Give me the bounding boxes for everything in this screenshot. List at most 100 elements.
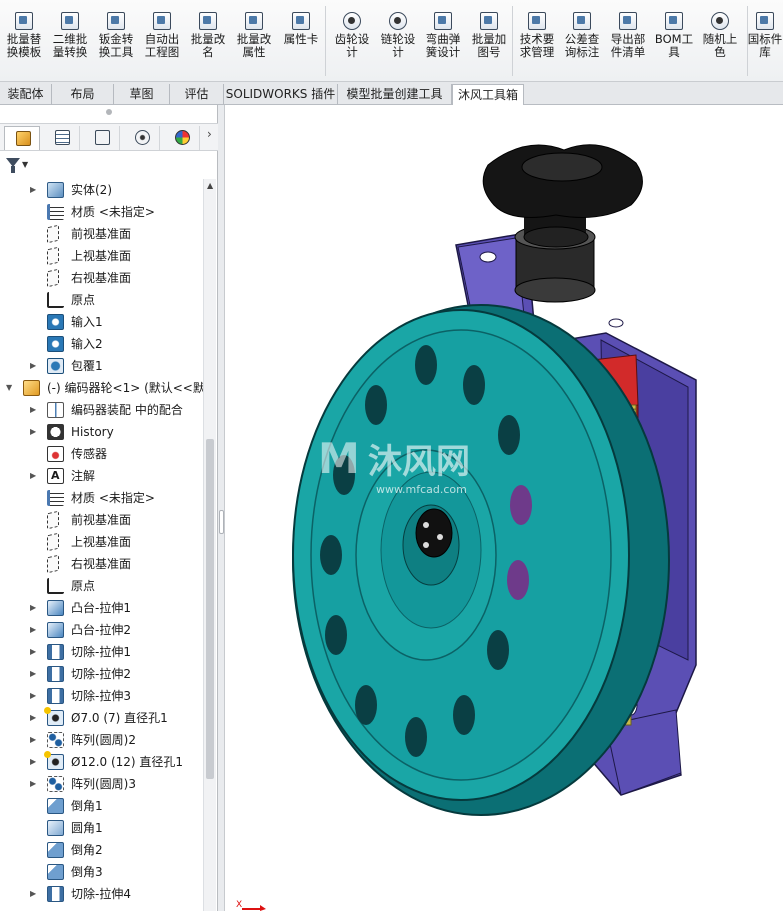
filter-button[interactable]: ▼ (4, 156, 34, 176)
expand-right-icon[interactable]: ▶ (30, 399, 40, 421)
circular-pattern-icon (47, 732, 64, 748)
tree-item[interactable]: ▶ 实体(2) (0, 179, 203, 201)
tab-4[interactable]: SOLIDWORKS 插件 (224, 84, 338, 105)
tree-item[interactable]: 倒角3 (0, 861, 203, 883)
display-manager-tab[interactable] (164, 126, 200, 150)
tolerance-button[interactable]: 公差查 询标注 (560, 10, 604, 76)
export-parts-list-button[interactable]: 导出部 件清单 (606, 10, 650, 76)
random-color-button[interactable]: 随机上 色 (698, 10, 742, 76)
tree-item[interactable]: 原点 (0, 575, 203, 597)
dimxpert-manager-tab[interactable] (124, 126, 160, 150)
expand-right-icon[interactable]: ▶ (30, 729, 40, 751)
property-card-button[interactable]: 属性卡 (279, 10, 323, 76)
tree-item-label: 切除-拉伸4 (71, 887, 131, 901)
scrollbar-thumb[interactable] (206, 439, 214, 779)
tech-requirements-button[interactable]: 技术要 求管理 (515, 10, 559, 76)
tree-item[interactable]: ▶ 切除-拉伸3 (0, 685, 203, 707)
tree-item[interactable]: 右视基准面 (0, 553, 203, 575)
view-triad[interactable]: X (236, 897, 266, 911)
tree-item-label: 倒角2 (71, 843, 103, 857)
tree-item[interactable]: 传感器 (0, 443, 203, 465)
tree-item[interactable]: 右视基准面 (0, 267, 203, 289)
batch-replace-template-button[interactable]: 批量替 换模板 (2, 10, 46, 76)
spring-design-button[interactable]: 弯曲弹 簧设计 (421, 10, 465, 76)
tree-item[interactable]: ▶ 阵列(圆周)3 (0, 773, 203, 795)
tree-item[interactable]: ▶ 切除-拉伸4 (0, 883, 203, 905)
tree-item[interactable]: ▼ (-) 编码器轮<1> (默认<<默 (0, 377, 203, 399)
expand-right-icon[interactable]: ▶ (30, 707, 40, 729)
sheetmetal-convert-button[interactable]: 钣金转 换工具 (94, 10, 138, 76)
panel-splitter[interactable] (218, 105, 225, 911)
tree-item[interactable]: ▶ Ø7.0 (7) 直径孔1 (0, 707, 203, 729)
tree-item-label: 上视基准面 (71, 535, 132, 549)
tab-0[interactable]: 装配体 (0, 84, 52, 105)
tree-item[interactable]: 输入2 (0, 333, 203, 355)
sprocket-design-button[interactable]: 链轮设 计 (376, 10, 420, 76)
expand-right-icon[interactable]: ▶ (30, 465, 40, 487)
tree-item[interactable]: 上视基准面 (0, 245, 203, 267)
chamfer-icon (47, 798, 64, 814)
batch-drawing-number-button[interactable]: 批量加 图号 (467, 10, 511, 76)
tree-item[interactable]: 材质 <未指定> (0, 487, 203, 509)
tree-item[interactable]: 原点 (0, 289, 203, 311)
property-manager-tab[interactable] (44, 126, 80, 150)
tree-item[interactable]: ▶ 凸台-拉伸2 (0, 619, 203, 641)
configuration-manager-tab[interactable] (84, 126, 120, 150)
ribbon-separator (325, 6, 326, 76)
tree-item[interactable]: 上视基准面 (0, 531, 203, 553)
splitter-grip[interactable] (219, 510, 224, 534)
tree-item[interactable]: ▶ 切除-拉伸2 (0, 663, 203, 685)
tab-3[interactable]: 评估 (170, 84, 224, 105)
auto-drawing-button[interactable]: 自动出 工程图 (140, 10, 184, 76)
tab-6[interactable]: 沐风工具箱 (452, 84, 524, 106)
scroll-up-icon[interactable]: ▲ (207, 181, 213, 190)
batch-property-button[interactable]: 批量改 属性 (232, 10, 276, 76)
expand-right-icon[interactable]: ▶ (30, 773, 40, 795)
tree-item-label: 注解 (71, 469, 96, 483)
tree-item[interactable]: ▶ 阵列(圆周)2 (0, 729, 203, 751)
expand-right-icon[interactable]: ▶ (30, 355, 40, 377)
tab-2[interactable]: 草图 (114, 84, 170, 105)
standard-parts-library-button[interactable]: 国标件 库 (743, 10, 783, 76)
tree-item[interactable]: 前视基准面 (0, 223, 203, 245)
tree-item[interactable]: ▶ 编码器装配 中的配合 (0, 399, 203, 421)
panel-tabs-more-button[interactable]: › (207, 127, 212, 141)
tree-item-label: 实体(2) (71, 183, 112, 197)
tree-item[interactable]: ▶ 切除-拉伸1 (0, 641, 203, 663)
tab-5[interactable]: 模型批量创建工具 (338, 84, 452, 105)
random-color-icon (711, 12, 729, 30)
expand-right-icon[interactable]: ▶ (30, 751, 40, 773)
expand-right-icon[interactable]: ▶ (30, 685, 40, 707)
feature-manager-tab[interactable] (4, 126, 40, 150)
tree-item[interactable]: 倒角1 (0, 795, 203, 817)
tree-item[interactable]: ▶ 凸台-拉伸1 (0, 597, 203, 619)
tree-item[interactable]: 材质 <未指定> (0, 201, 203, 223)
tree-item[interactable]: ▶ Ø12.0 (12) 直径孔1 (0, 751, 203, 773)
bom-tool-button[interactable]: BOM工 具 (652, 10, 696, 76)
tree-item[interactable]: 倒角2 (0, 839, 203, 861)
tree-scrollbar[interactable]: ▲ (203, 179, 216, 911)
tree-item[interactable]: 前视基准面 (0, 509, 203, 531)
gear-design-button[interactable]: 齿轮设 计 (330, 10, 374, 76)
expand-right-icon[interactable]: ▶ (30, 597, 40, 619)
graphics-viewport[interactable]: M 沐风网 www.mfcad.com (226, 105, 783, 911)
batch-rename-button[interactable]: 批量改 名 (186, 10, 230, 76)
gear-design-icon (343, 12, 361, 30)
tree-item-label: 包覆1 (71, 359, 103, 373)
2d-batch-convert-button[interactable]: 二维批 量转换 (48, 10, 92, 76)
tree-item[interactable]: ▶ 注解 (0, 465, 203, 487)
tree-item[interactable]: 圆角1 (0, 817, 203, 839)
tree-item[interactable]: ▶ History (0, 421, 203, 443)
ribbon-button-label: 随机上 色 (702, 32, 738, 59)
expand-right-icon[interactable]: ▶ (30, 421, 40, 443)
panel-grip-dot[interactable] (106, 109, 112, 115)
expand-right-icon[interactable]: ▶ (30, 641, 40, 663)
tab-1[interactable]: 布局 (52, 84, 114, 105)
expand-right-icon[interactable]: ▶ (30, 179, 40, 201)
expand-right-icon[interactable]: ▶ (30, 883, 40, 905)
expand-right-icon[interactable]: ▶ (30, 619, 40, 641)
expand-down-icon[interactable]: ▼ (6, 377, 16, 399)
tree-item[interactable]: ▶ 包覆1 (0, 355, 203, 377)
tree-item[interactable]: 输入1 (0, 311, 203, 333)
expand-right-icon[interactable]: ▶ (30, 663, 40, 685)
